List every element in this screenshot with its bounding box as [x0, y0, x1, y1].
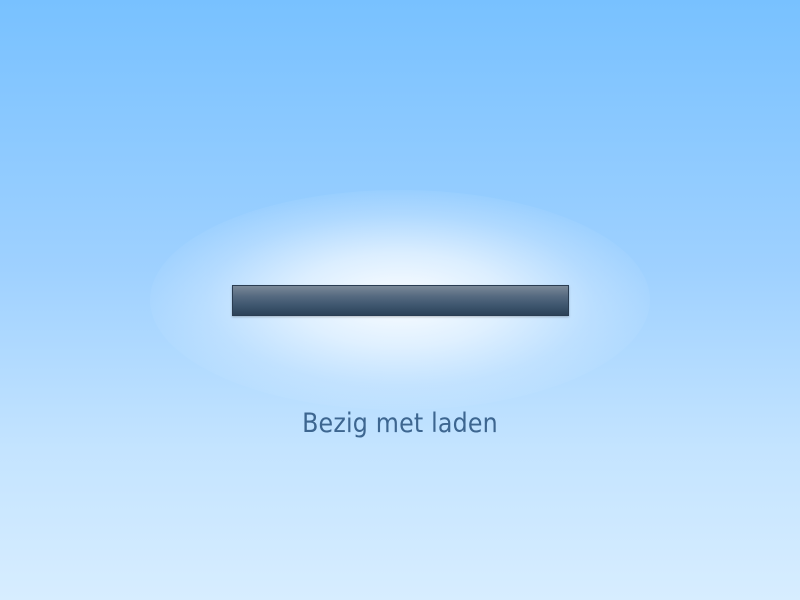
- loading-status-text: Bezig met laden: [302, 408, 498, 439]
- loading-progress-bar: [232, 285, 569, 316]
